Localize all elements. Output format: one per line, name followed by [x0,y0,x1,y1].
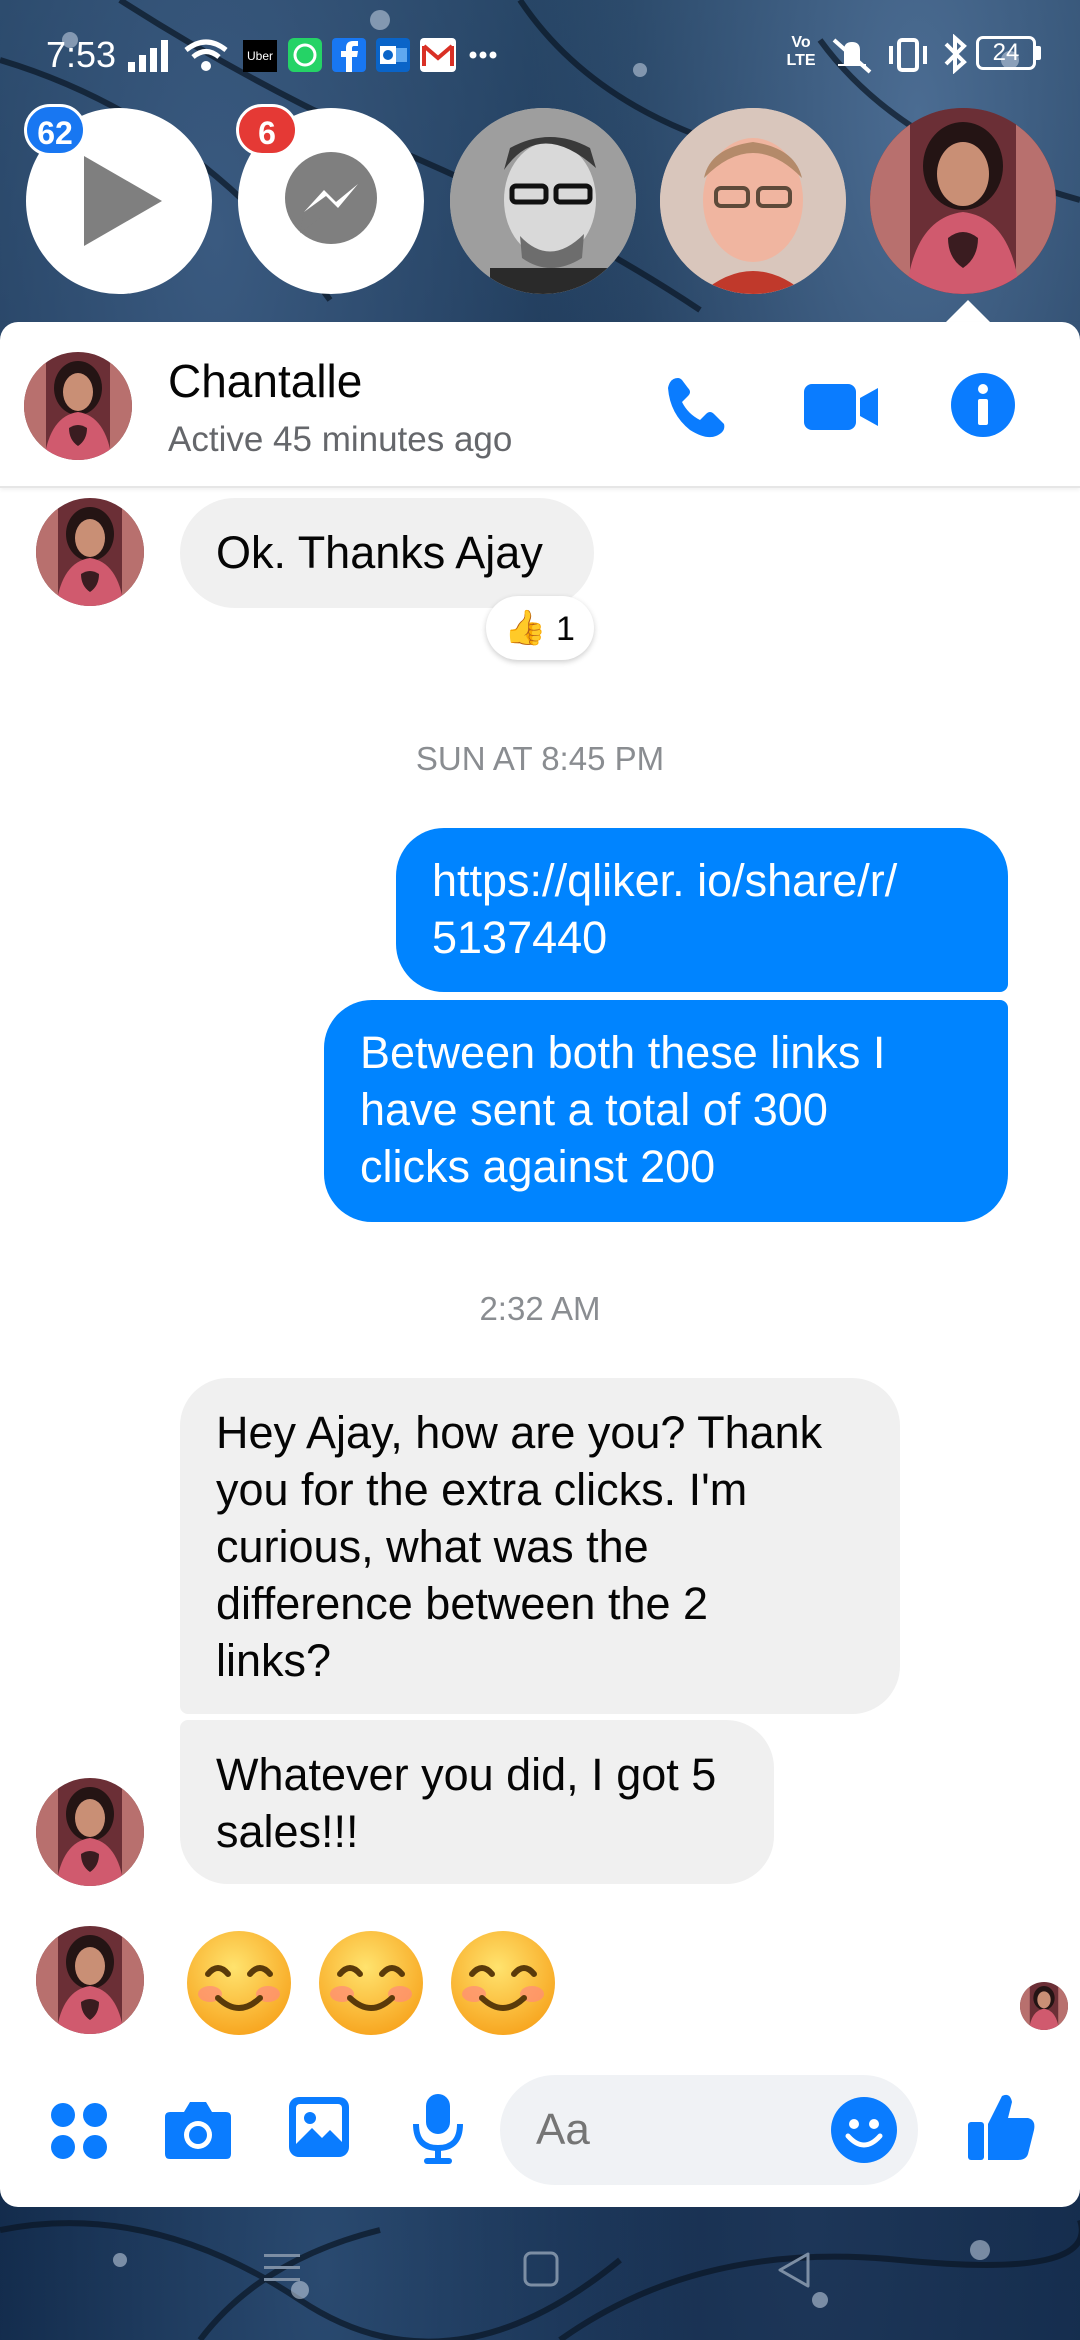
whatsapp-icon [288,38,322,72]
avatar-man-glasses [660,108,846,294]
mute-icon [832,38,872,74]
chathead-contact-1[interactable] [450,108,636,294]
timestamp-separator: 2:32 AM [479,1290,601,1327]
message-reaction[interactable]: 👍 1 [486,596,594,660]
chathead-messenger-badge: 6 [236,104,298,156]
status-time: 7:53 [46,34,117,75]
thumbs-up-emoji-icon: 👍 [504,609,547,647]
chathead-contact-2[interactable] [660,108,846,294]
message-incoming[interactable]: Whatever you did, I got 5 sales!!! [180,1720,774,1884]
video-call-icon[interactable] [804,382,880,432]
avatar-man-bw [450,108,636,294]
smiling-face-emoji-icon[interactable] [448,1928,558,2038]
chat-header: Chantalle Active 45 minutes ago [0,322,1080,488]
recent-apps-icon[interactable] [262,2250,302,2286]
message-avatar[interactable] [36,1926,144,2034]
selected-chathead-pointer [946,300,990,322]
message-incoming[interactable]: Hey Ajay, how are you? Thank you for the… [180,1378,900,1714]
back-icon[interactable] [774,2250,814,2290]
gallery-icon[interactable] [288,2096,350,2158]
signal-icon [128,40,168,72]
message-incoming[interactable]: Ok. Thanks Ajay [180,498,594,608]
message-avatar[interactable] [36,498,144,606]
like-icon[interactable] [966,2090,1036,2162]
avatar-chantalle [870,108,1056,294]
apps-icon[interactable] [50,2102,108,2160]
chathead-chantalle[interactable] [870,108,1056,294]
seen-receipt-avatar [1020,1982,1068,2030]
battery-level: 24 [992,39,1020,66]
volte-icon: Vo LTE [786,34,816,69]
chathead-video-badge: 62 [24,104,86,156]
gmail-icon [420,38,456,72]
info-icon[interactable] [950,372,1016,438]
uber-icon: Uber [243,40,277,72]
header-avatar[interactable] [24,352,132,460]
outlook-icon [376,38,410,72]
wifi-icon [184,39,228,71]
smiling-face-emoji-icon[interactable] [184,1928,294,2038]
home-icon[interactable] [522,2250,560,2288]
message-avatar[interactable] [36,1778,144,1886]
facebook-icon [332,38,366,72]
battery-icon: 24 [976,36,1036,70]
battery-tip [1036,46,1041,60]
more-notifications-icon [469,51,497,59]
contact-name[interactable]: Chantalle [168,354,362,408]
camera-icon[interactable] [164,2098,232,2160]
vibrate-icon [889,38,927,72]
bluetooth-icon [944,34,967,74]
reaction-count: 1 [556,610,575,648]
status-bar: 7:53 Uber Vo LTE 24 [0,0,1080,100]
message-outgoing[interactable]: Between both these links I have sent a t… [324,1000,1008,1222]
message-outgoing[interactable]: https://qliker. io/share/r/ 5137440 [396,828,1008,992]
contact-active-status: Active 45 minutes ago [168,420,513,459]
mic-icon[interactable] [410,2092,466,2164]
phone-icon[interactable] [664,374,730,440]
emoji-icon[interactable] [830,2096,898,2164]
smiling-face-emoji-icon[interactable] [316,1928,426,2038]
timestamp-separator: SUN AT 8:45 PM [415,740,665,777]
